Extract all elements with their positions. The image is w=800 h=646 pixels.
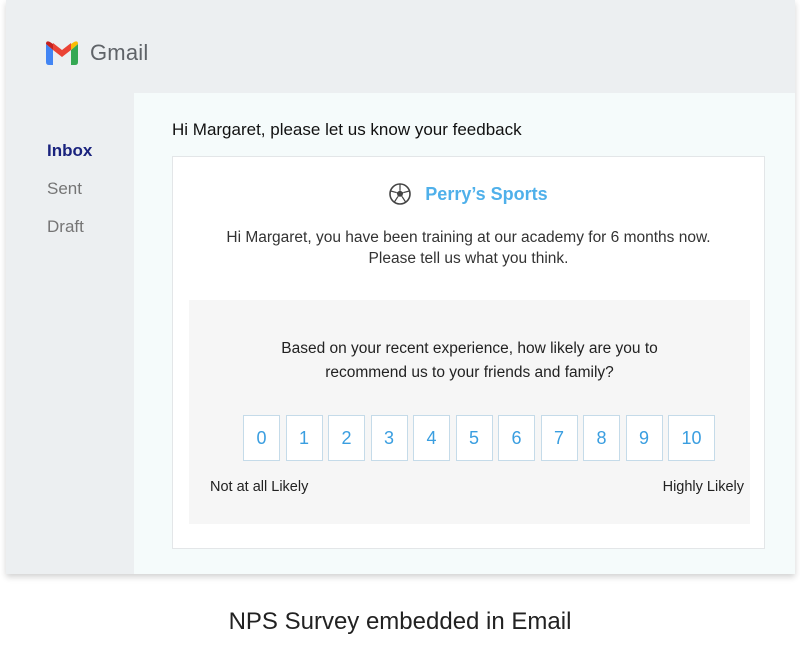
- scale-low-label: Not at all Likely: [210, 479, 309, 495]
- company-header: Perry’s Sports: [173, 183, 764, 205]
- sidebar-item-inbox[interactable]: Inbox: [47, 140, 92, 178]
- greeting-line-1: Hi Margaret, you have been training at o…: [226, 229, 711, 246]
- greeting-line-2: Please tell us what you think.: [368, 250, 569, 267]
- score-button-7[interactable]: 7: [540, 415, 578, 461]
- question-line-1: Based on your recent experience, how lik…: [281, 340, 658, 357]
- email-body-card: Perry’s Sports Hi Margaret, you have bee…: [172, 156, 765, 549]
- nps-survey-panel: Based on your recent experience, how lik…: [189, 300, 750, 524]
- scale-high-label: Highly Likely: [662, 479, 744, 495]
- question-line-2: recommend us to your friends and family?: [325, 364, 614, 381]
- figure-caption: NPS Survey embedded in Email: [228, 608, 572, 635]
- score-button-2[interactable]: 2: [328, 415, 365, 461]
- score-button-3[interactable]: 3: [370, 415, 408, 461]
- soccer-ball-icon: [389, 183, 412, 205]
- score-button-6[interactable]: 6: [498, 415, 535, 461]
- nps-score-scale: 0 1 2 3 4 5 6 7 8 9 10: [243, 415, 721, 461]
- score-button-10[interactable]: 10: [668, 415, 715, 461]
- score-button-1[interactable]: 1: [285, 415, 323, 461]
- score-button-4[interactable]: 4: [413, 415, 450, 461]
- score-button-8[interactable]: 8: [583, 415, 620, 461]
- survey-question: Based on your recent experience, how lik…: [189, 337, 750, 385]
- email-reading-pane: Hi Margaret, please let us know your fee…: [134, 93, 795, 574]
- company-name: Perry’s Sports: [425, 183, 548, 204]
- email-client-window: Gmail Inbox Sent Draft Hi Margaret, plea…: [6, 0, 795, 574]
- gmail-brand[interactable]: Gmail: [46, 38, 148, 68]
- score-button-9[interactable]: 9: [625, 415, 663, 461]
- score-button-0[interactable]: 0: [243, 415, 280, 461]
- email-greeting: Hi Margaret, you have been training at o…: [173, 227, 764, 269]
- sidebar-nav: Inbox Sent Draft: [47, 140, 92, 254]
- sidebar-item-draft[interactable]: Draft: [47, 216, 92, 254]
- app-title: Gmail: [90, 40, 149, 65]
- score-button-5[interactable]: 5: [455, 415, 493, 461]
- sidebar-item-sent[interactable]: Sent: [47, 178, 92, 216]
- email-subject: Hi Margaret, please let us know your fee…: [172, 120, 522, 139]
- gmail-logo-icon: [46, 41, 78, 65]
